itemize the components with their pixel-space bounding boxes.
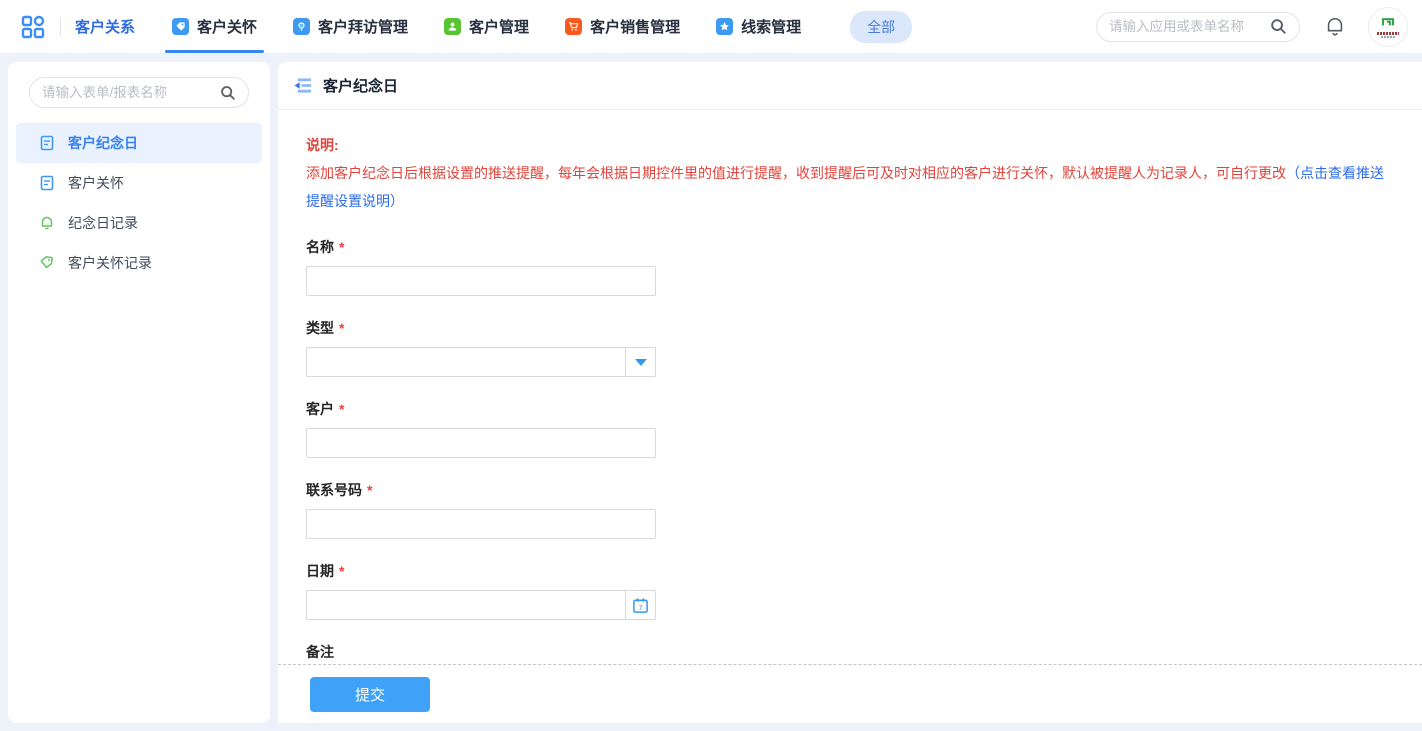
tab-label: 客户拜访管理 [318,16,408,37]
nav-right [1096,0,1422,53]
notice-block: 说明: 添加客户纪念日后根据设置的推送提醒，每年会根据日期控件里的值进行提醒，收… [306,131,1394,215]
phone-input[interactable] [306,509,656,539]
required-mark: * [339,401,344,417]
field-name: 名称 * [306,237,1394,296]
bell-icon [39,215,55,231]
collapse-sidebar-icon[interactable] [293,77,312,94]
field-phone: 联系号码 * [306,480,1394,539]
sidebar-item-label: 客户关怀 [68,173,124,193]
nav-left: 客户关系 [20,0,135,53]
all-apps-pill[interactable]: 全部 [850,11,912,43]
document-icon [39,135,55,151]
customer-input[interactable] [306,428,656,458]
tab-label: 客户关怀 [197,16,257,37]
sidebar: 客户纪念日 客户关怀 纪念日记录 [8,62,270,723]
brand-title: 客户关系 [75,16,135,37]
field-label: 类型 [306,318,334,338]
tab-sales-mgmt[interactable]: 客户销售管理 [550,0,695,53]
notification-bell-icon[interactable] [1324,16,1346,38]
tab-label: 线索管理 [741,16,801,37]
notice-text: 添加客户纪念日后根据设置的推送提醒，每年会根据日期控件里的值进行提醒，收到提醒后… [306,165,1286,181]
field-type: 类型 * [306,318,1394,377]
tab-customer-mgmt[interactable]: 客户管理 [429,0,544,53]
type-select[interactable] [306,347,656,377]
svg-text:7: 7 [638,603,642,612]
field-label: 联系号码 [306,480,362,500]
app-search-input[interactable] [1109,19,1270,34]
app-tabs: 客户关怀 客户拜访管理 客户管理 客户销售管理 [157,0,912,53]
top-navbar: 客户关系 客户关怀 客户拜访管理 客户管理 [0,0,1422,54]
panel-header: 客户纪念日 [278,62,1422,110]
star-icon [716,18,733,35]
sidebar-item-anniversary[interactable]: 客户纪念日 [16,123,262,163]
form-footer: 提交 [278,664,1422,723]
divider [60,18,61,36]
form-search-input[interactable] [42,85,220,100]
notice-heading: 说明: [306,131,1394,159]
form-body: 说明: 添加客户纪念日后根据设置的推送提醒，每年会根据日期控件里的值进行提醒，收… [278,110,1422,664]
logo-text-line [1377,32,1399,35]
required-mark: * [339,563,344,579]
field-date: 日期 * 7 [306,561,1394,620]
sidebar-item-care[interactable]: 客户关怀 [16,163,262,203]
sidebar-list: 客户纪念日 客户关怀 纪念日记录 [8,123,270,283]
document-icon [39,175,55,191]
field-label: 备注 [306,642,334,662]
person-icon [444,18,461,35]
page-title: 客户纪念日 [323,75,398,96]
field-customer: 客户 * [306,399,1394,458]
sidebar-item-label: 客户纪念日 [68,133,138,153]
tab-label: 客户管理 [469,16,529,37]
logo-text-line [1381,36,1395,38]
main-panel: 客户纪念日 说明: 添加客户纪念日后根据设置的推送提醒，每年会根据日期控件里的值… [278,62,1422,723]
apps-grid-icon[interactable] [20,14,46,40]
field-label: 名称 [306,237,334,257]
sidebar-item-care-records[interactable]: 客户关怀记录 [16,243,262,283]
field-remark: 备注 [306,642,1394,664]
submit-button[interactable]: 提交 [310,677,430,712]
tab-customer-care[interactable]: 客户关怀 [157,0,272,53]
sidebar-item-label: 纪念日记录 [68,213,138,233]
date-input[interactable] [307,591,625,619]
search-icon[interactable] [1270,18,1287,35]
field-label: 客户 [306,399,334,419]
content-area: 客户纪念日 客户关怀 纪念日记录 [0,54,1422,723]
search-icon[interactable] [220,85,236,101]
calendar-icon[interactable]: 7 [625,591,655,619]
tag-icon [172,18,189,35]
sidebar-item-label: 客户关怀记录 [68,253,152,273]
app-root: 客户关系 客户关怀 客户拜访管理 客户管理 [0,0,1422,723]
pin-icon [293,18,310,35]
avatar[interactable] [1368,7,1408,47]
cart-icon [565,18,582,35]
required-mark: * [367,482,372,498]
field-label: 日期 [306,561,334,581]
tag-icon [39,255,55,271]
sidebar-item-anniversary-records[interactable]: 纪念日记录 [16,203,262,243]
required-mark: * [339,239,344,255]
required-mark: * [339,320,344,336]
date-picker[interactable]: 7 [306,590,656,620]
tab-leads-mgmt[interactable]: 线索管理 [701,0,816,53]
chevron-down-icon[interactable] [625,348,655,376]
type-select-input[interactable] [307,348,625,376]
tab-label: 客户销售管理 [590,16,680,37]
name-input[interactable] [306,266,656,296]
app-search [1096,12,1300,42]
form-search [29,77,249,108]
tab-customer-visit[interactable]: 客户拜访管理 [278,0,423,53]
